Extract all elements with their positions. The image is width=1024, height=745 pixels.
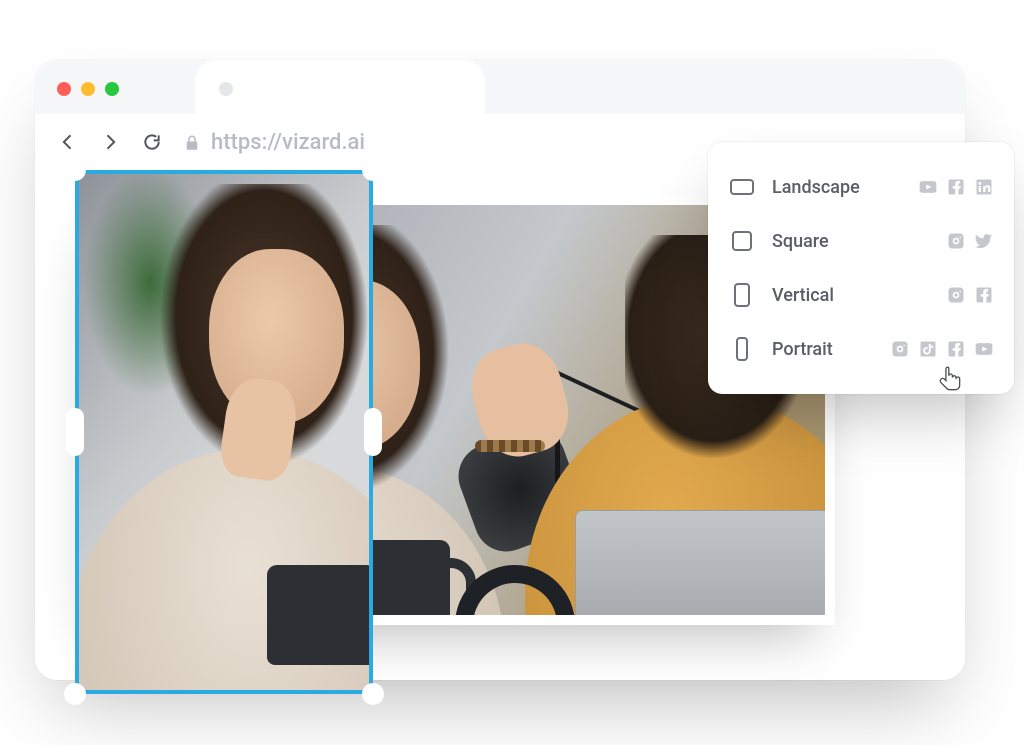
youtube-icon — [918, 177, 938, 197]
crop-handle-left[interactable] — [66, 408, 84, 456]
aspect-label: Landscape — [772, 177, 902, 198]
lock-icon — [183, 133, 201, 151]
tiktok-icon — [918, 339, 938, 359]
crop-handle-top-left[interactable] — [64, 159, 86, 181]
facebook-icon — [946, 339, 966, 359]
cursor-icon — [938, 365, 964, 395]
crop-handle-bottom-left[interactable] — [64, 683, 86, 705]
platform-icons — [890, 339, 994, 359]
crop-handle-top-right[interactable] — [362, 159, 384, 181]
instagram-icon — [946, 285, 966, 305]
platform-icons — [946, 285, 994, 305]
crop-handle-bottom-right[interactable] — [362, 683, 384, 705]
twitter-icon — [974, 231, 994, 251]
aspect-option-landscape[interactable]: Landscape — [728, 160, 994, 214]
platform-icons — [918, 177, 994, 197]
aspect-label: Vertical — [772, 285, 930, 306]
aspect-option-square[interactable]: Square — [728, 214, 994, 268]
youtube-icon — [974, 339, 994, 359]
window-controls — [57, 82, 119, 96]
browser-tab[interactable] — [195, 60, 485, 114]
instagram-icon — [890, 339, 910, 359]
aspect-ratio-menu: Landscape Square Vertical Portrait — [708, 142, 1014, 394]
landscape-icon — [728, 179, 756, 195]
linkedin-icon — [974, 177, 994, 197]
facebook-icon — [946, 177, 966, 197]
aspect-option-vertical[interactable]: Vertical — [728, 268, 994, 322]
crop-handle-right[interactable] — [364, 408, 382, 456]
forward-button[interactable] — [99, 131, 121, 153]
portrait-icon — [728, 337, 756, 361]
platform-icons — [946, 231, 994, 251]
vertical-icon — [728, 283, 756, 307]
aspect-label: Square — [772, 231, 930, 252]
minimize-window-button[interactable] — [81, 82, 95, 96]
maximize-window-button[interactable] — [105, 82, 119, 96]
url-text: https://vizard.ai — [211, 130, 365, 155]
aspect-label: Portrait — [772, 339, 874, 360]
crop-border — [75, 170, 373, 694]
square-icon — [728, 231, 756, 251]
facebook-icon — [974, 285, 994, 305]
crop-selection[interactable] — [75, 170, 373, 694]
reload-button[interactable] — [141, 131, 163, 153]
close-window-button[interactable] — [57, 82, 71, 96]
back-button[interactable] — [57, 131, 79, 153]
instagram-icon — [946, 231, 966, 251]
